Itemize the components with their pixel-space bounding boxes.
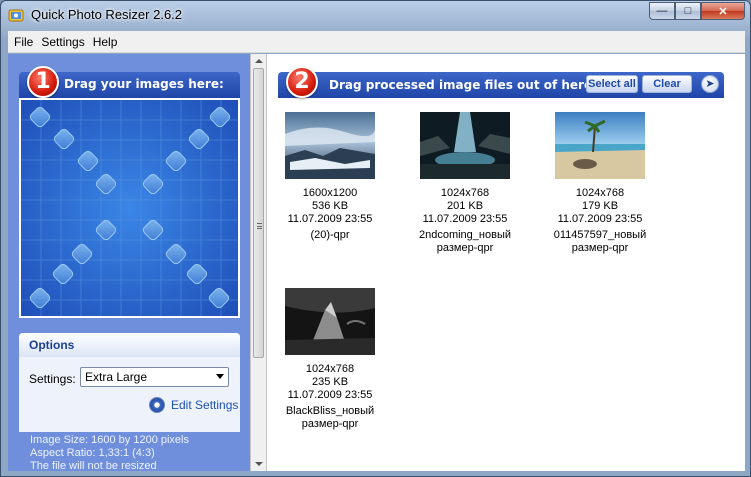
clear-button[interactable]: Clear [642, 75, 692, 93]
output-panel: 2 Drag processed image files out of here… [267, 54, 745, 471]
file-name: 011457597_новый [553, 229, 647, 241]
file-size: 179 KB [581, 200, 619, 212]
scrollbar-thumb[interactable] [253, 68, 264, 358]
image-size-text: Image Size: 1600 by 1200 pixels [30, 434, 189, 446]
file-size: 235 KB [311, 376, 349, 388]
file-name-line2: размер-qpr [571, 242, 629, 254]
minimize-button[interactable]: — [649, 2, 675, 20]
input-panel: 1 Drag your images here: Options Setting… [8, 54, 250, 473]
close-icon: ✕ [718, 5, 728, 18]
step-2-title: Drag processed image files out of here: [329, 78, 597, 92]
title-bar[interactable]: Quick Photo Resizer 2.6.2 — □ ✕ [1, 1, 750, 31]
menu-file[interactable]: File [10, 32, 37, 52]
image-dimensions: 1024x768 [575, 187, 625, 199]
pin-icon[interactable]: ➤ [701, 75, 719, 93]
aspect-ratio-text: Aspect Ratio: 1,33:1 (4:3) [30, 447, 155, 459]
image-dimensions: 1024x768 [305, 363, 355, 375]
scroll-down-icon[interactable] [255, 462, 263, 466]
app-window: Quick Photo Resizer 2.6.2 — □ ✕ File Set… [0, 0, 751, 477]
settings-label: Settings: [29, 372, 76, 386]
output-file-item[interactable]: 1600x1200 536 KB 11.07.2009 23:55 (20)-q… [265, 112, 395, 242]
drop-zone-graphic [21, 100, 238, 316]
menu-help[interactable]: Help [89, 32, 122, 52]
grip-icon [257, 223, 262, 229]
output-file-item[interactable]: 1024x768 201 KB 11.07.2009 23:55 2ndcomi… [400, 112, 530, 255]
app-icon [8, 9, 24, 22]
window-controls: — □ ✕ [649, 2, 745, 21]
output-file-item[interactable]: 1024x768 235 KB 11.07.2009 23:55 BlackBl… [265, 288, 395, 431]
settings-dropdown[interactable]: Extra Large [80, 367, 229, 387]
file-name: (20)-qpr [310, 229, 350, 241]
file-name-line2: размер-qpr [301, 418, 359, 430]
file-size: 201 KB [446, 200, 484, 212]
select-all-button[interactable]: Select all [586, 75, 638, 93]
step-1-header: 1 Drag your images here: [19, 66, 240, 98]
step-2-badge: 2 [286, 66, 318, 98]
output-file-item[interactable]: 1024x768 179 KB 11.07.2009 23:55 0114575… [535, 112, 665, 255]
settings-dropdown-value: Extra Large [85, 370, 148, 384]
maximize-button[interactable]: □ [675, 2, 701, 20]
edit-settings-label: Edit Settings [171, 398, 239, 412]
options-title: Options [19, 333, 240, 357]
image-dimensions: 1600x1200 [302, 187, 358, 199]
image-info: Image Size: 1600 by 1200 pixels Aspect R… [30, 434, 189, 473]
client-area: 1 Drag your images here: Options Setting… [8, 54, 745, 473]
file-date: 11.07.2009 23:55 [287, 213, 373, 225]
file-name-line2: размер-qpr [436, 242, 494, 254]
chevron-down-icon [216, 374, 224, 379]
maximize-icon: □ [684, 5, 692, 17]
close-button[interactable]: ✕ [701, 2, 745, 20]
step-1-badge: 1 [27, 66, 59, 98]
options-panel: Options Settings: Extra Large Edit Setti… [19, 333, 240, 432]
edit-settings-link[interactable]: Edit Settings [149, 397, 238, 413]
resize-status-text: The file will not be resized [30, 460, 157, 472]
file-name: 2ndcoming_новый [418, 229, 512, 241]
image-drop-zone[interactable] [19, 98, 240, 318]
file-date: 11.07.2009 23:55 [557, 213, 643, 225]
gear-icon [149, 397, 165, 413]
thumbnail-image [285, 288, 375, 355]
window-title: Quick Photo Resizer 2.6.2 [31, 7, 183, 22]
thumbnail-image [420, 112, 510, 179]
file-size: 536 KB [311, 200, 349, 212]
thumbnail-image [285, 112, 375, 179]
file-date: 11.07.2009 23:55 [287, 389, 373, 401]
image-dimensions: 1024x768 [440, 187, 490, 199]
scroll-up-icon[interactable] [255, 59, 263, 63]
minimize-icon: — [656, 5, 668, 17]
menu-settings[interactable]: Settings [37, 32, 88, 52]
step-1-title: Drag your images here: [64, 77, 224, 91]
step-2-header: 2 Drag processed image files out of here… [278, 66, 724, 98]
thumbnail-image [555, 112, 645, 179]
file-date: 11.07.2009 23:55 [422, 213, 508, 225]
menu-bar: File Settings Help [8, 31, 745, 53]
file-name: BlackBliss_новый [285, 405, 375, 417]
